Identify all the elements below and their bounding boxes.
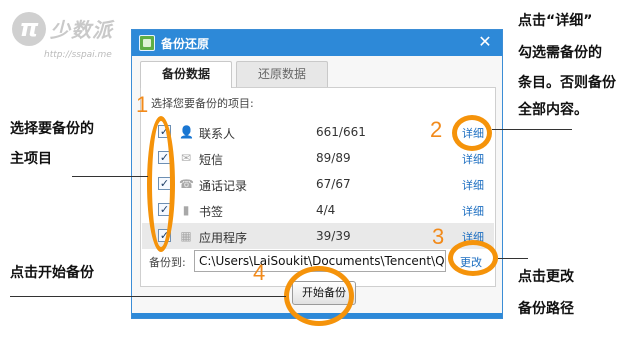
annotation-detail-line-1: 点击“详细” (518, 13, 593, 29)
annotation-ring-2 (452, 115, 492, 151)
step-number-3: 3 (432, 224, 445, 249)
step-number-4: 4 (253, 260, 266, 285)
list-item: ✓ ▮ 书签 4/4 详细 (142, 197, 494, 223)
item-count: 89/89 (316, 151, 351, 165)
item-count: 39/39 (316, 229, 351, 243)
item-name: 联系人 (199, 127, 236, 141)
list-item: ✓ ☎ 通话记录 67/67 详细 (142, 171, 494, 197)
item-name: 短信 (199, 153, 224, 167)
contact-icon: 👤 (179, 125, 194, 139)
detail-link[interactable]: 详细 (462, 151, 484, 167)
call-log-icon: ☎ (179, 177, 194, 191)
item-name: 应用程序 (199, 231, 248, 245)
connector-line (72, 176, 148, 177)
item-name: 书签 (199, 205, 224, 219)
annotation-start: 点击开始备份 (10, 265, 94, 281)
window-title: 备份还原 (161, 37, 210, 51)
item-name: 通话记录 (199, 179, 248, 193)
annotation-change-line-1: 点击更改 (518, 269, 574, 285)
tab-bar: 备份数据 还原数据 (140, 61, 500, 88)
list-item: ✓ ✉ 短信 89/89 详细 (142, 145, 494, 171)
step-number-1: 1 (136, 92, 149, 117)
title-bar: 备份还原 ✕ (132, 30, 502, 56)
annotation-main-line-2: 主项目 (10, 151, 52, 167)
connector-line (492, 129, 572, 130)
select-prompt: 选择您要备份的项目: (151, 97, 254, 110)
item-count: 67/67 (316, 177, 351, 191)
bookmark-icon: ▮ (182, 203, 190, 217)
detail-link[interactable]: 详细 (462, 203, 484, 219)
logo-url: http://sspai.me (44, 50, 112, 60)
annotation-change-line-2: 备份路径 (518, 301, 574, 317)
annotation-ring-3 (448, 240, 498, 276)
sspai-logo: π 少数派 http://sspai.me (12, 6, 132, 66)
item-count: 661/661 (316, 125, 366, 139)
annotation-ring-1 (147, 116, 175, 252)
annotation-detail-line-2: 勾选需备份的 (518, 45, 602, 61)
annotation-ring-4 (284, 266, 354, 326)
close-button[interactable]: ✕ (474, 32, 496, 52)
logo-text: 少数派 (50, 18, 113, 42)
annotation-main-line-1: 选择要备份的 (10, 121, 94, 137)
sms-icon: ✉ (180, 151, 192, 165)
apps-icon: ▦ (180, 229, 192, 243)
connector-line (498, 258, 528, 259)
tab-restore[interactable]: 还原数据 (236, 61, 328, 87)
tab-backup[interactable]: 备份数据 (140, 61, 232, 88)
app-icon (139, 35, 155, 51)
step-number-2: 2 (430, 117, 443, 142)
annotation-detail-line-4: 全部内容。 (518, 102, 588, 118)
detail-link[interactable]: 详细 (462, 177, 484, 193)
item-count: 4/4 (316, 203, 336, 217)
backup-path-label: 备份到: (149, 256, 186, 269)
pi-logo-icon: π (12, 12, 46, 46)
connector-line (10, 296, 286, 297)
annotation-detail-line-3: 条目。否则备份 (518, 75, 616, 91)
